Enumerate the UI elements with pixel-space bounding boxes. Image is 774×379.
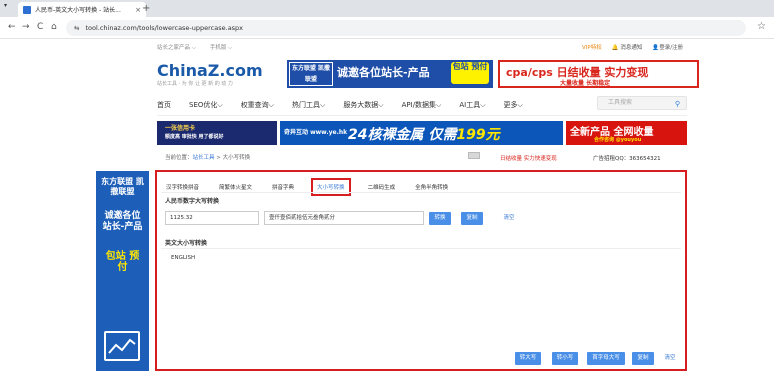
login-link[interactable]: 👤登录/注册 (652, 43, 683, 51)
browser-tab[interactable]: 人民币-英文大小写转换 - 站长... × (18, 2, 146, 17)
clear-button[interactable]: 清空 (498, 212, 520, 225)
english-textarea[interactable]: ENGLISH (165, 251, 681, 337)
login-label: 登录/注册 (659, 45, 684, 51)
nav-item-hot-tools[interactable]: 热门工具⌵ (292, 100, 325, 110)
banner-ad-3[interactable]: 一张信用卡 额度高 审批快 用了都说好 (157, 121, 277, 145)
logo-subtitle: 站长工具 · 为 你 让 更 新 的 动 力 (157, 81, 233, 87)
breadcrumb-sep: > (214, 155, 223, 161)
breadcrumb-current: 大小写转换 (222, 155, 251, 161)
side-ad-line-3: 包站 预付 (105, 251, 140, 273)
title-case-button[interactable]: 首字母大写 (587, 352, 625, 365)
bell-icon: 🔔 (611, 45, 619, 51)
message-link[interactable]: 🔔 消息通知 (612, 43, 643, 51)
banner-ad-4[interactable]: 奇异互动 www.ye.hk 24核裸金属 仅需199元 (280, 121, 563, 145)
english-section-title: 英文大小写转换 (165, 240, 208, 247)
nav-item-bigdata[interactable]: 服务大数据⌵ (343, 100, 383, 110)
tab-case-convert[interactable]: 大小写转换 (311, 178, 351, 196)
home-icon[interactable]: ⌂ (51, 22, 57, 32)
forward-icon[interactable]: → (22, 22, 30, 32)
banner-4-main: 24核裸金属 仅需199元 (348, 124, 500, 144)
rmb-section-title: 人民币数字大写转换 (165, 198, 220, 205)
banner-3-title: 一张信用卡 (165, 125, 196, 132)
url-field[interactable]: ⇆ tool.chinaz.com/tools/lowercase-upperc… (66, 20, 746, 36)
nav-item-more[interactable]: 更多⌵ (504, 100, 523, 110)
nav-item-api[interactable]: API/数据集⌵ (402, 100, 442, 110)
nav-item-ai[interactable]: AI工具⌵ (459, 100, 485, 110)
breadcrumb-prefix: 当前位置： (165, 155, 193, 161)
banner-5-sub: 合作咨询 @youyou (594, 137, 642, 143)
bookmark-star-icon[interactable]: ☆ (757, 21, 766, 32)
ad-contact: 广告招租QQ：363654321 (593, 156, 661, 162)
breadcrumb: 当前位置：站长工具 > 大小写转换 (165, 153, 250, 161)
site-info-icon[interactable]: ⇆ (74, 24, 79, 32)
convert-button[interactable]: 转换 (429, 212, 451, 225)
message-label: 消息通知 (620, 45, 643, 51)
to-upper-button[interactable]: 转大写 (515, 352, 541, 365)
browser-tab-bar: ▾ 人民币-英文大小写转换 - 站长... × + (0, 0, 774, 17)
banner-ad-1[interactable]: 东方联盟 凯撒联盟 诚邀各位站长-产品 包站 预付 (287, 60, 493, 88)
banner-1-main: 诚邀各位站长-产品 (337, 66, 430, 79)
favicon-icon (23, 5, 31, 14)
banner-4-left: 奇异互动 www.ye.hk (284, 129, 348, 136)
back-icon[interactable]: ← (8, 22, 16, 32)
tool-tabs: 汉字转换拼音 简繁体火星文 拼音字典 大小写转换 二维码生成 全角半角转换 (163, 178, 451, 196)
rmb-number-input[interactable]: 1125.32 (165, 211, 259, 225)
banner-4-price: 199元 (456, 127, 500, 143)
search-icon[interactable]: ⚲ (675, 98, 680, 110)
banner-1-right: 包站 预付 (451, 62, 489, 84)
tool-panel: 汉字转换拼音 简繁体火星文 拼音字典 大小写转换 二维码生成 全角半角转换 人民… (155, 170, 687, 371)
nav-item-seo[interactable]: SEO优化⌵ (189, 100, 223, 110)
nav-item-weight[interactable]: 权重查询⌵ (241, 100, 274, 110)
address-bar: ← → C ⌂ ⇆ tool.chinaz.com/tools/lowercas… (0, 17, 774, 39)
url-text: tool.chinaz.com/tools/lowercase-uppercas… (85, 24, 244, 32)
side-ad[interactable]: 东方联盟 凯撒联盟 诚邀各位 站长-产品 包站 预付 (96, 171, 149, 371)
copy-english-button[interactable]: 复制 (632, 352, 654, 365)
banner-ad-5[interactable]: 全新产品 全网收量 合作咨询 @youyou (566, 121, 687, 145)
banner-2-sub: 大量收量 长期稳定 (560, 80, 611, 87)
small-ad-icon[interactable] (468, 152, 480, 159)
side-ad-line-1: 东方联盟 凯撒联盟 (101, 177, 144, 196)
tabs-divider (161, 192, 681, 193)
promo-link[interactable]: 日结收量 实力快速变现 (500, 154, 557, 162)
new-tab-button[interactable]: + (142, 3, 150, 14)
top-link-mobile[interactable]: 手机版 ⌵ (210, 43, 232, 52)
top-link-products[interactable]: 站长之家产品 ⌵ (157, 43, 196, 52)
reload-icon[interactable]: C (37, 22, 43, 32)
tab-title: 人民币-英文大小写转换 - 站长... (35, 7, 121, 14)
side-ad-line-2: 诚邀各位 站长-产品 (102, 211, 143, 232)
breadcrumb-link[interactable]: 站长工具 (193, 155, 215, 161)
banner-3-sub: 额度高 审批快 用了都说好 (165, 134, 224, 140)
nav-item-home[interactable]: 首页 (157, 100, 171, 110)
banner-1-left: 东方联盟 凯撒联盟 (289, 62, 333, 86)
top-right-links: VIP特权 🔔 消息通知 👤登录/注册 (582, 43, 683, 51)
section-divider (161, 248, 681, 249)
clear-english-button[interactable]: 清空 (659, 352, 681, 365)
close-tab-icon[interactable]: × (135, 6, 141, 14)
search-placeholder: 工具搜索 (608, 99, 633, 106)
banner-4-text: 24核裸金属 仅需 (348, 127, 457, 143)
divider (157, 115, 687, 116)
top-links: 站长之家产品 ⌵ 手机版 ⌵ (157, 43, 232, 52)
vip-link[interactable]: VIP特权 (582, 43, 602, 51)
tool-search-input[interactable]: 工具搜索 ⚲ (597, 96, 687, 110)
copy-button[interactable]: 复制 (461, 212, 483, 225)
site-logo[interactable]: ChinaZ.com (157, 61, 263, 80)
rmb-uppercase-output[interactable]: 壹仟壹佰贰拾伍元叁角贰分 (264, 211, 424, 225)
page: 站长之家产品 ⌵ 手机版 ⌵ VIP特权 🔔 消息通知 👤登录/注册 China… (0, 39, 774, 379)
chart-icon (104, 331, 140, 361)
tab-dropdown-icon[interactable]: ▾ (4, 2, 7, 9)
banner-ad-2[interactable]: cpa/cps 日结收量 实力变现 大量收量 长期稳定 (498, 60, 699, 88)
to-lower-button[interactable]: 转小写 (552, 352, 578, 365)
